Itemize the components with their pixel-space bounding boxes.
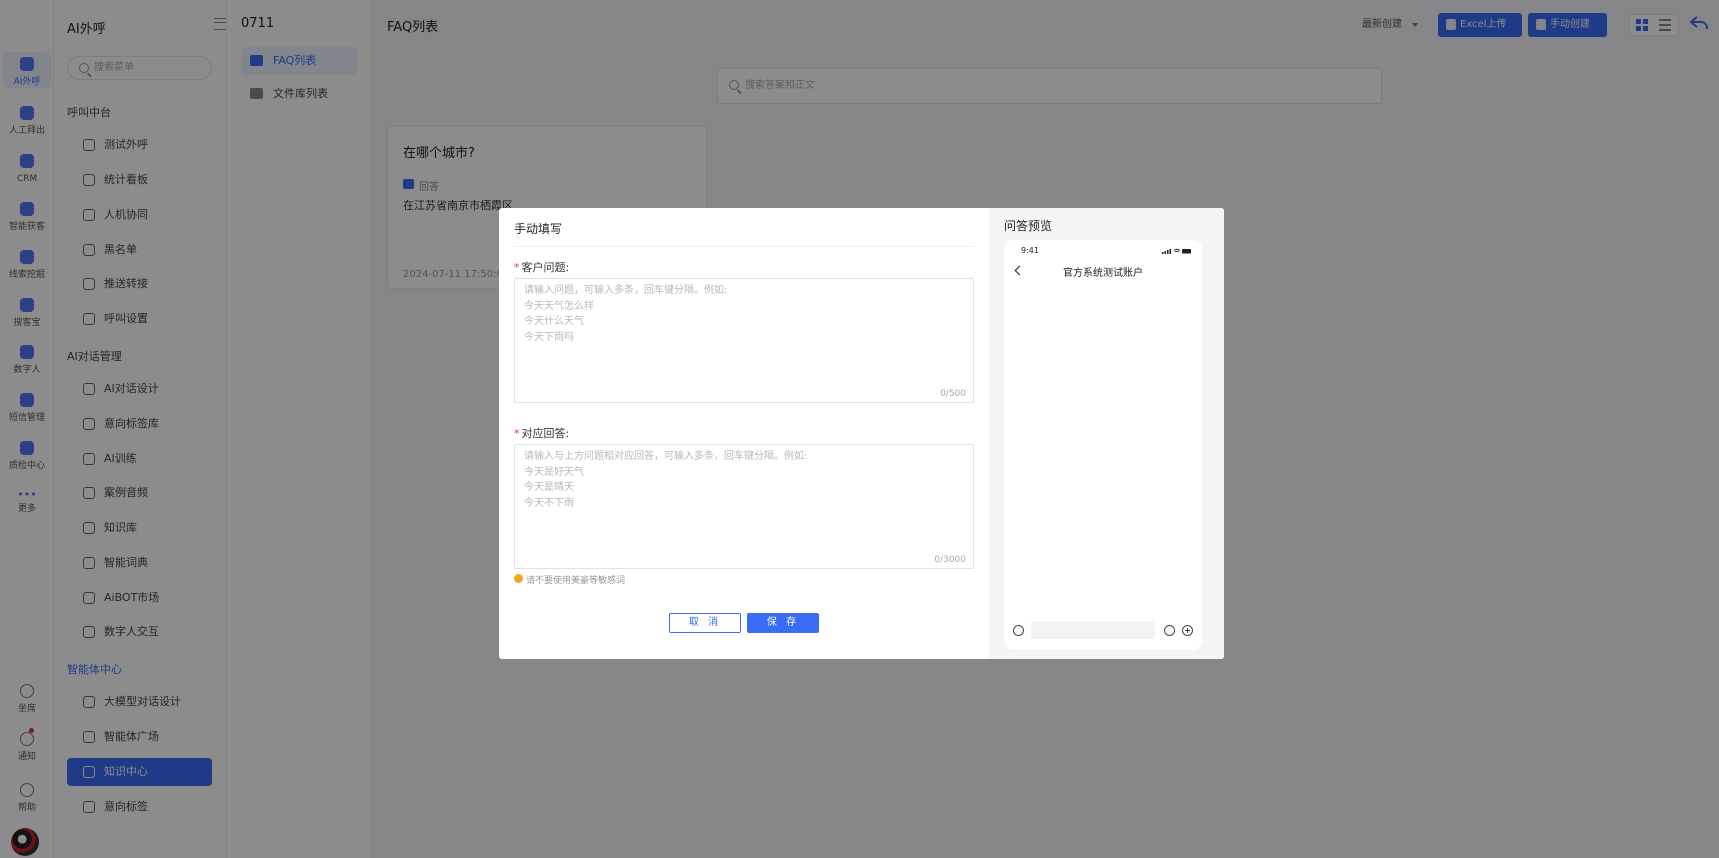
- preview-title: 问答预览: [1004, 219, 1053, 233]
- answer-label: * 对应回答:: [514, 427, 570, 440]
- question-textarea[interactable]: [515, 279, 973, 402]
- phone-status-icon: [1162, 248, 1191, 254]
- voice-icon: [1013, 625, 1024, 636]
- save-button[interactable]: 保 存: [747, 613, 819, 633]
- phone-chat-input: [1031, 621, 1155, 639]
- preview-panel: 问答预览 9:41 官方系统测试账户: [989, 208, 1224, 659]
- plus-icon: [1182, 625, 1193, 636]
- answer-textarea-box: 0/3000: [514, 444, 974, 569]
- emoji-icon: [1164, 625, 1175, 636]
- required-mark: *: [514, 261, 520, 274]
- question-textarea-box: 0/500: [514, 278, 974, 403]
- manual-fill-modal: 手动填写 *客户问题: 0/500 *对应回答: 0/3000 请不要使用美豪等…: [499, 208, 1224, 659]
- modal-title: 手动填写: [514, 222, 563, 236]
- phone-account-name: 官方系统测试账户: [1063, 268, 1143, 279]
- question-counter: 0/500: [940, 389, 966, 399]
- phone-time: 9:41: [1021, 246, 1039, 255]
- answer-textarea[interactable]: [515, 445, 973, 568]
- required-mark: *: [514, 427, 520, 440]
- answer-counter: 0/3000: [934, 555, 966, 565]
- modal-form: 手动填写 *客户问题: 0/500 *对应回答: 0/3000 请不要使用美豪等…: [499, 208, 989, 659]
- sensitive-word-tip: 请不要使用美豪等敏感词: [514, 573, 625, 586]
- cancel-button[interactable]: 取 消: [669, 613, 741, 633]
- phone-preview: 9:41 官方系统测试账户: [1004, 240, 1202, 650]
- warning-icon: [514, 574, 523, 583]
- modal-divider: [514, 246, 974, 247]
- question-label: * 客户问题:: [514, 261, 570, 274]
